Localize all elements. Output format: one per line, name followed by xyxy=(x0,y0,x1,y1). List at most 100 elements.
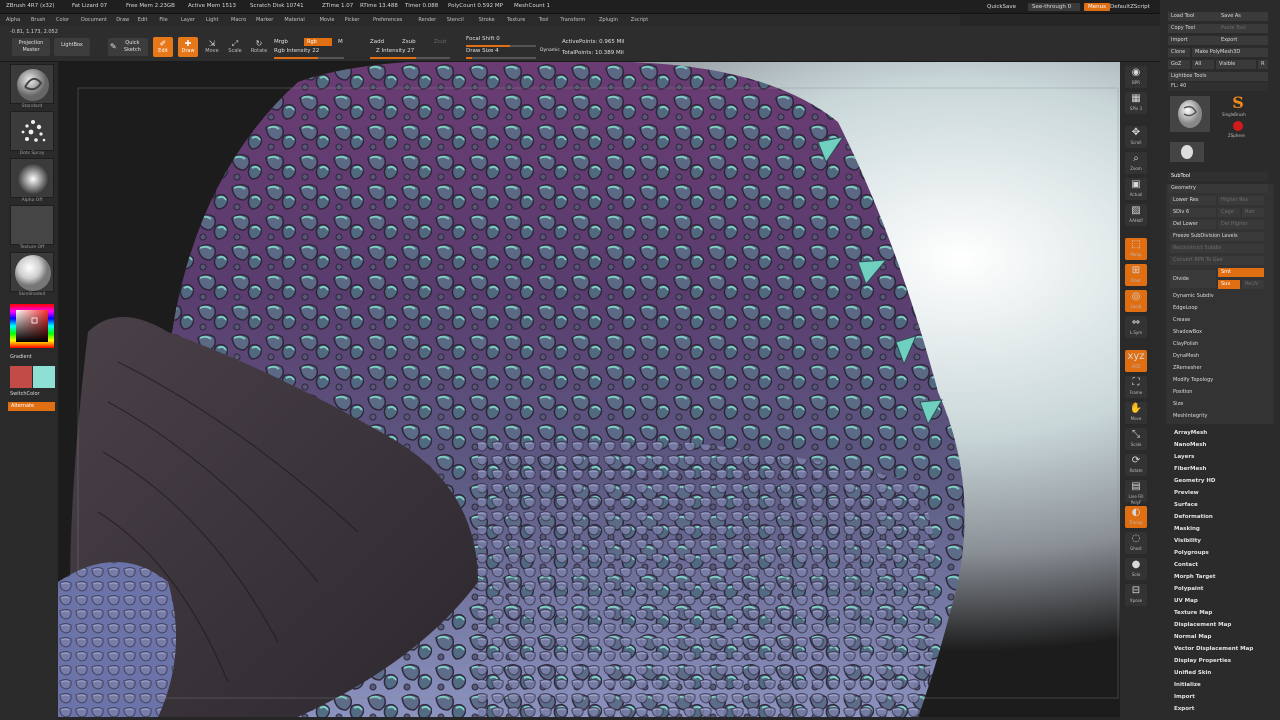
geometry-zremesher[interactable]: ZRemesher xyxy=(1170,364,1264,373)
goz-all-button[interactable]: All xyxy=(1192,60,1214,69)
aahalf-button[interactable]: ▨ AAHalf xyxy=(1125,204,1147,226)
del-lower-button[interactable]: Del Lower xyxy=(1170,220,1216,229)
xyz-button[interactable]: xyz XYZ xyxy=(1125,350,1147,372)
clone-button[interactable]: Clone xyxy=(1168,48,1190,57)
ghost-button[interactable]: ◌ Ghost xyxy=(1125,532,1147,554)
sdiv-slider[interactable]: SDiv 6 xyxy=(1170,208,1216,217)
menu-preferences[interactable]: Preferences xyxy=(373,17,402,23)
solo-button[interactable]: ● Solo xyxy=(1125,558,1147,580)
zadd-toggle[interactable]: Zadd xyxy=(370,39,384,45)
menu-draw[interactable]: Draw xyxy=(116,17,129,23)
menu-macro[interactable]: Macro xyxy=(231,17,246,23)
section-visibility[interactable]: Visibility xyxy=(1174,538,1201,544)
xpose-button[interactable]: ⊟ Xpose xyxy=(1125,584,1147,606)
section-preview[interactable]: Preview xyxy=(1174,490,1199,496)
export-tool-button[interactable]: Export xyxy=(1218,36,1268,45)
alpha-selector[interactable] xyxy=(10,158,54,198)
save-as-button[interactable]: Save As xyxy=(1218,12,1268,21)
menu-color[interactable]: Color xyxy=(56,17,69,23)
menu-stroke[interactable]: Stroke xyxy=(479,17,495,23)
section-arraymesh[interactable]: ArrayMesh xyxy=(1174,430,1207,436)
move-button[interactable]: ✋ Move xyxy=(1125,402,1147,424)
mrgb-toggle[interactable]: Mrgb xyxy=(274,39,288,45)
z-intensity-slider[interactable]: Z Intensity 27 xyxy=(376,48,414,54)
lightbox-button[interactable]: LightBox xyxy=(54,38,90,56)
freeze-subdivision-button[interactable]: Freeze SubDivision Levels xyxy=(1170,232,1264,241)
zsub-toggle[interactable]: Zsub xyxy=(402,39,416,45)
make-polymesh-button[interactable]: Make PolyMesh3D xyxy=(1192,48,1268,57)
see-through-slider[interactable]: See-through 0 xyxy=(1028,3,1080,11)
suv-toggle[interactable]: Suv xyxy=(1218,280,1240,289)
stroke-selector[interactable] xyxy=(10,111,54,151)
material-selector[interactable] xyxy=(10,252,54,292)
section-unified-skin[interactable]: Unified Skin xyxy=(1174,670,1211,676)
z-intensity-track[interactable] xyxy=(370,57,450,59)
reconstruct-subdiv-button[interactable]: Reconstruct Subdiv xyxy=(1170,244,1264,253)
geometry-size[interactable]: Size xyxy=(1170,400,1264,409)
cage-button[interactable]: Cage xyxy=(1218,208,1240,217)
current-tool-name[interactable]: FL: 40 xyxy=(1168,82,1268,91)
menu-transform[interactable]: Transform xyxy=(560,17,585,23)
geometry-dynamic-subdiv[interactable]: Dynamic Subdiv xyxy=(1170,292,1264,301)
geometry-modify-topology[interactable]: Modify Topology xyxy=(1170,376,1264,385)
texture-selector[interactable] xyxy=(10,205,54,245)
menu-file[interactable]: File xyxy=(159,17,167,23)
section-normal-map[interactable]: Normal Map xyxy=(1174,634,1211,640)
higher-res-button[interactable]: Higher Res xyxy=(1218,196,1264,205)
geometry-dynamesh[interactable]: DynaMesh xyxy=(1170,352,1264,361)
menu-edit[interactable]: Edit xyxy=(138,17,148,23)
persp-button[interactable]: ⬚ Persp xyxy=(1125,238,1147,260)
section-vector-displacement-map[interactable]: Vector Displacement Map xyxy=(1174,646,1253,652)
section-fibermesh[interactable]: FiberMesh xyxy=(1174,466,1206,472)
floor-button[interactable]: ⊞ Floor xyxy=(1125,264,1147,286)
del-higher-button[interactable]: Del Higher xyxy=(1218,220,1264,229)
transp-button[interactable]: ◐ Transp xyxy=(1125,506,1147,528)
import-tool-button[interactable]: Import xyxy=(1168,36,1218,45)
rgb-intensity-slider[interactable]: Rgb Intensity 22 xyxy=(274,48,319,54)
section-nanomesh[interactable]: NanoMesh xyxy=(1174,442,1206,448)
lsym-button[interactable]: ⇔ L.Sym xyxy=(1125,316,1147,338)
copy-tool-button[interactable]: Copy Tool xyxy=(1168,24,1218,33)
menu-layer[interactable]: Layer xyxy=(181,17,195,23)
dynamic-toggle[interactable]: Dynamic xyxy=(540,48,560,53)
main-color-swatch[interactable] xyxy=(10,366,32,388)
bpr-button[interactable]: ◉ BPR xyxy=(1125,66,1147,88)
geometry-shadowbox[interactable]: ShadowBox xyxy=(1170,328,1264,337)
gradient-toggle[interactable]: Gradient xyxy=(10,354,54,360)
linefill-button[interactable]: ▤ Line Fill PolyF xyxy=(1125,480,1147,505)
section-displacement-map[interactable]: Displacement Map xyxy=(1174,622,1231,628)
section-uv-map[interactable]: UV Map xyxy=(1174,598,1198,604)
menu-movie[interactable]: Movie xyxy=(320,17,335,23)
section-polypaint[interactable]: Polypaint xyxy=(1174,586,1203,592)
frame-button[interactable]: ⛶ Frame xyxy=(1125,376,1147,398)
geometry-meshintegrity[interactable]: MeshIntegrity xyxy=(1170,412,1264,421)
divide-button[interactable]: Divide xyxy=(1170,270,1216,288)
section-geometry-hd[interactable]: Geometry HD xyxy=(1174,478,1216,484)
rgb-intensity-track[interactable] xyxy=(274,57,344,59)
switch-color-button[interactable]: SwitchColor xyxy=(10,391,54,397)
smt-toggle[interactable]: Smt xyxy=(1218,268,1264,277)
m-toggle[interactable]: M xyxy=(338,39,343,45)
menu-tool[interactable]: Tool xyxy=(539,17,549,23)
menu-zplugin[interactable]: Zplugin xyxy=(599,17,618,23)
scale-mode-button[interactable]: ⤢ Scale xyxy=(226,39,244,57)
subtool-header[interactable]: SubTool xyxy=(1168,172,1268,181)
menu-document[interactable]: Document xyxy=(81,17,107,23)
section-texture-map[interactable]: Texture Map xyxy=(1174,610,1212,616)
draw-mode-button[interactable]: ✚ Draw xyxy=(178,37,198,57)
section-layers[interactable]: Layers xyxy=(1174,454,1194,460)
rotate-mode-button[interactable]: ↻ Rotate xyxy=(250,39,268,57)
section-import[interactable]: Import xyxy=(1174,694,1195,700)
current-tool-thumbnail[interactable] xyxy=(1170,96,1210,132)
geometry-position[interactable]: Position xyxy=(1170,388,1264,397)
section-deformation[interactable]: Deformation xyxy=(1174,514,1213,520)
quick-sketch-button[interactable]: ✎ Quick Sketch xyxy=(108,38,148,56)
section-masking[interactable]: Masking xyxy=(1174,526,1200,532)
projection-master-button[interactable]: Projection Master xyxy=(12,38,50,56)
move-mode-button[interactable]: ⇲ Move xyxy=(203,39,221,57)
local-button[interactable]: ◎ Local xyxy=(1125,290,1147,312)
quicksave-button[interactable]: QuickSave xyxy=(983,3,1020,11)
zcut-toggle[interactable]: Zcut xyxy=(434,39,446,45)
scroll-button[interactable]: ✥ Scroll xyxy=(1125,126,1147,148)
goz-button[interactable]: GoZ xyxy=(1168,60,1190,69)
